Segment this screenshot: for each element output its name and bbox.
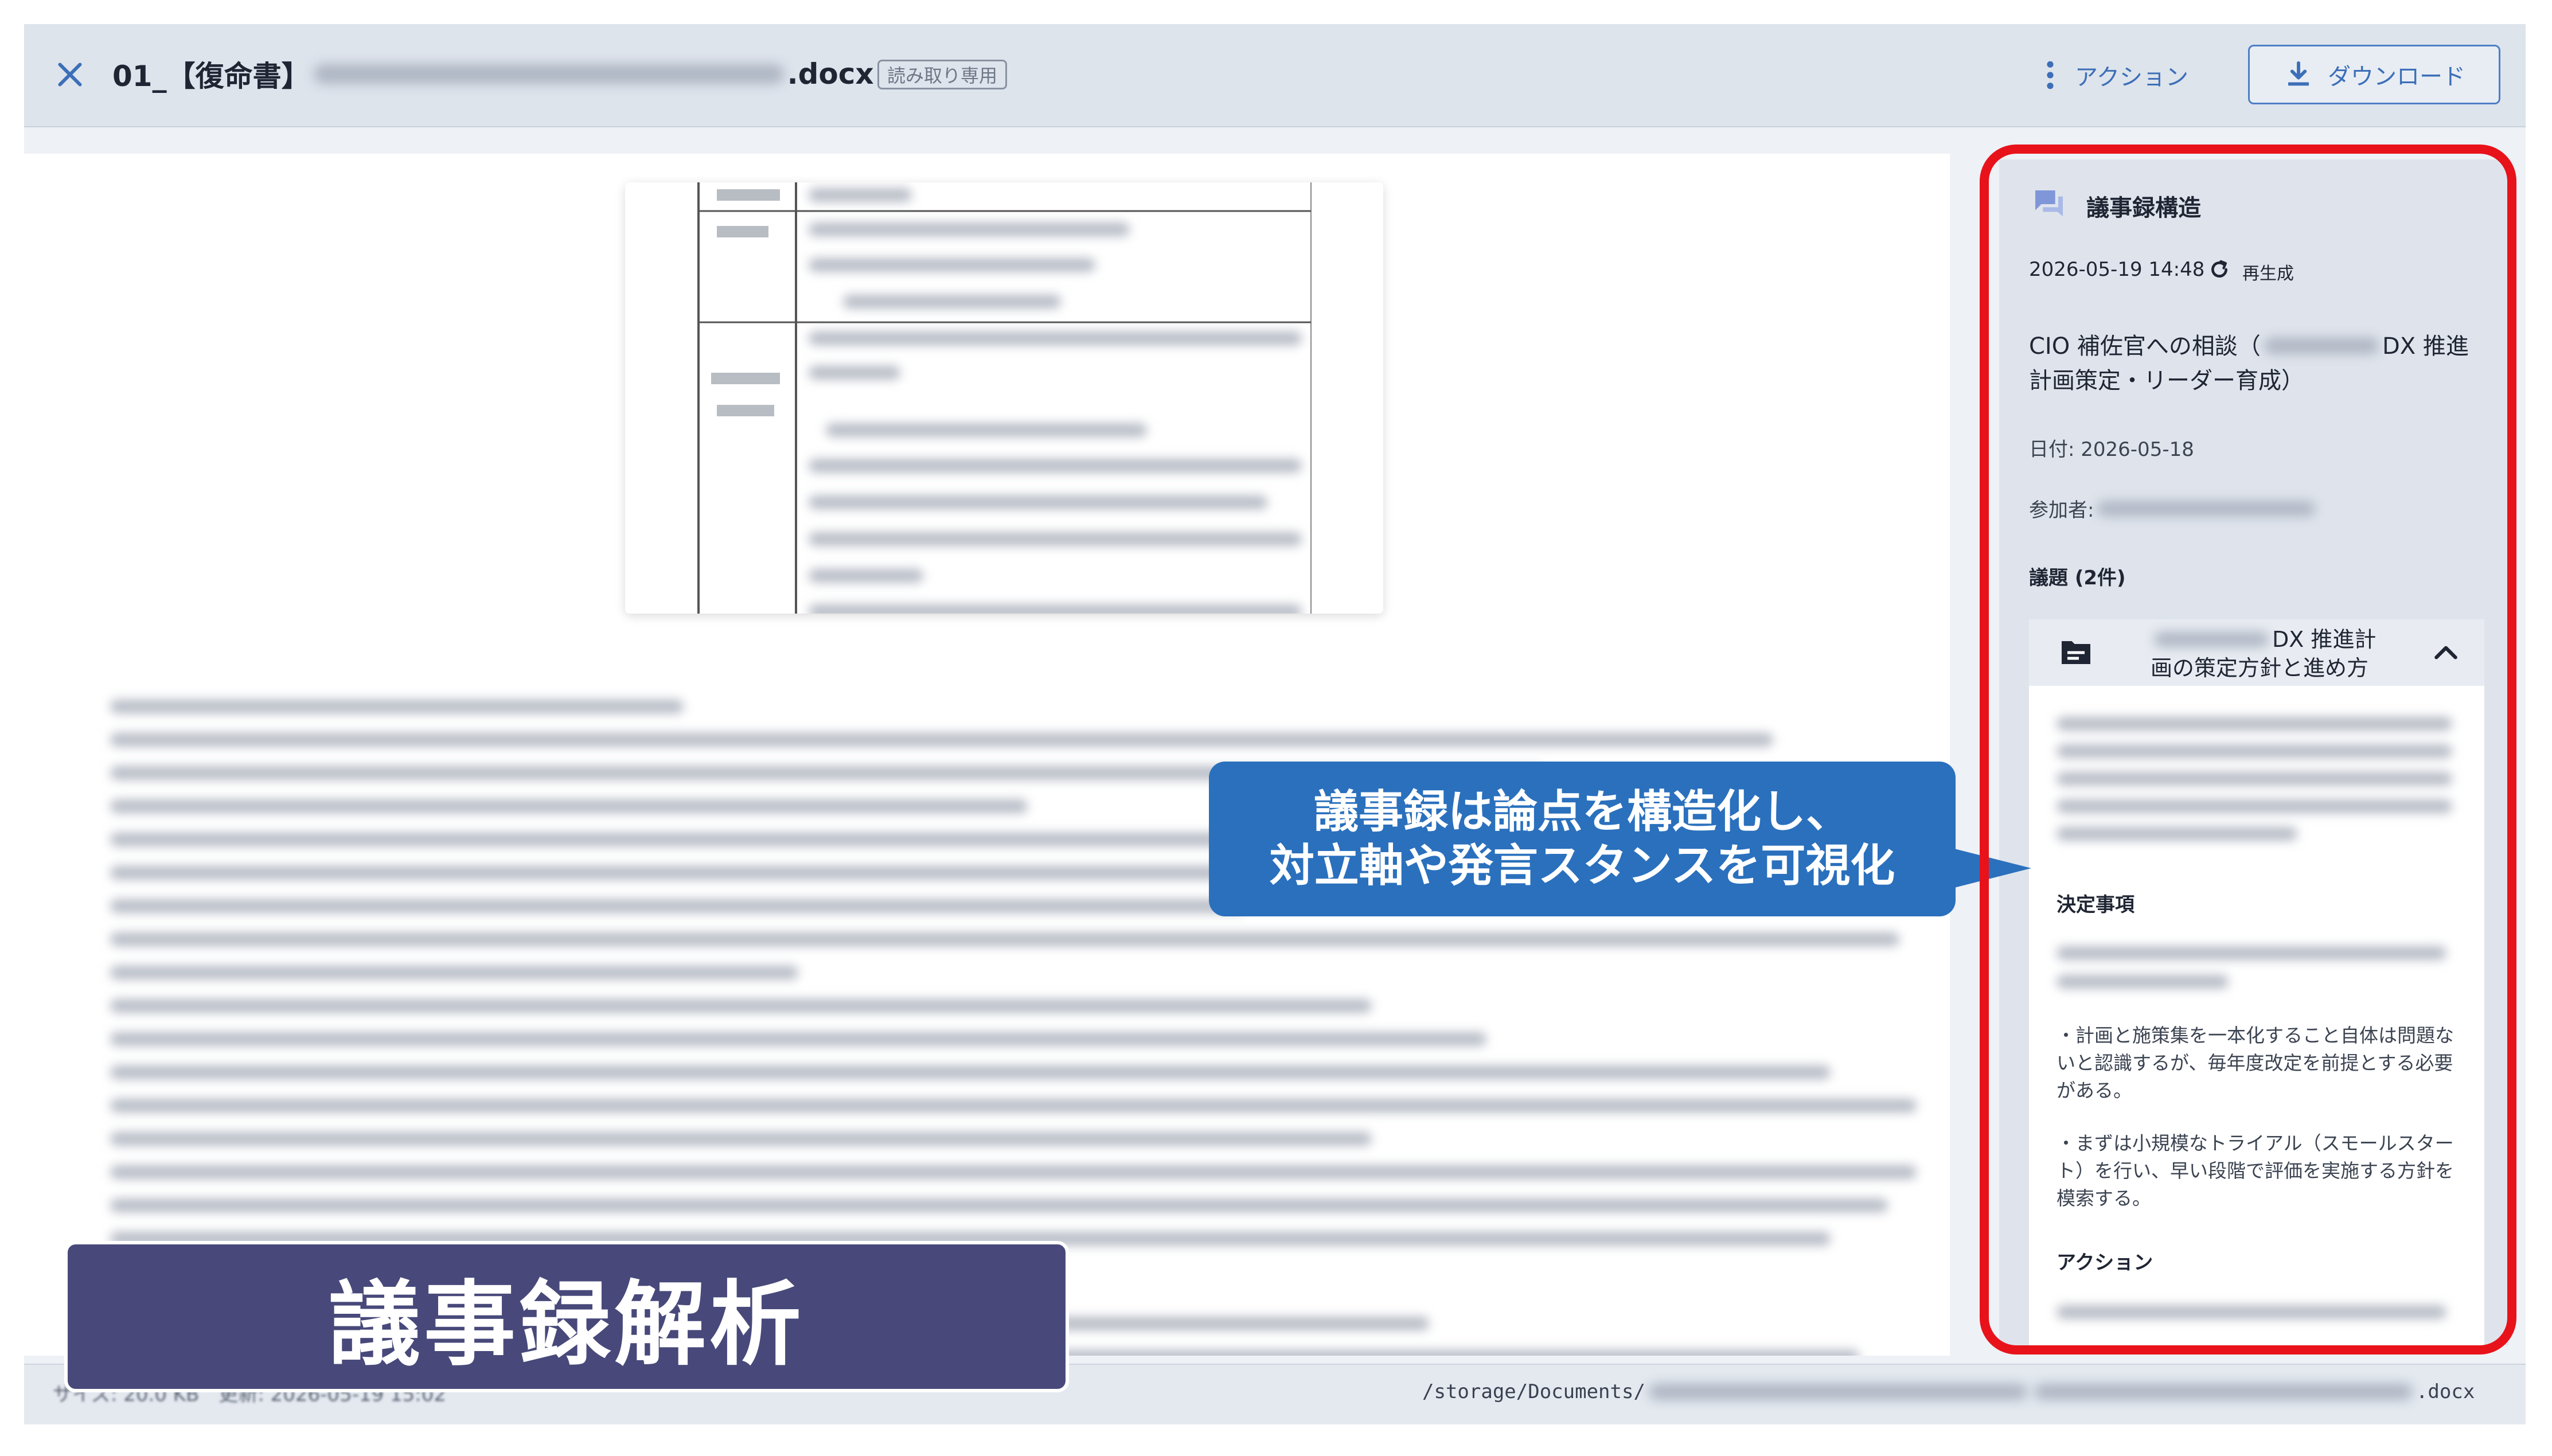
decision-item: ・計画と施策集を一本化すること自体は問題ないと認識するが、毎年度改定を前提とする… bbox=[2057, 1024, 2454, 1102]
feature-banner: 議事録解析 bbox=[64, 1241, 1069, 1392]
file-title: 01_【復命書】 .docx bbox=[112, 54, 874, 94]
readonly-badge: 読み取り専用 bbox=[877, 60, 1008, 89]
file-title-suffix: .docx bbox=[787, 57, 874, 91]
panel-title: 議事録構造 bbox=[2086, 195, 2201, 221]
more-vert-icon[interactable] bbox=[2042, 59, 2059, 91]
action-blurred bbox=[2057, 1305, 2446, 1319]
topic-title-line1: DX 推進計 bbox=[2272, 627, 2377, 652]
topic-title-line2: 画の策定方針と進め方 bbox=[2151, 655, 2369, 681]
callout-line2: 対立軸や発言スタンスを可視化 bbox=[1269, 840, 1895, 892]
redacted-path-2 bbox=[2034, 1384, 2413, 1400]
document-table-image bbox=[625, 182, 1383, 614]
decision-blurred bbox=[2057, 946, 2446, 960]
topic-summary-blurred-5 bbox=[2057, 827, 2297, 841]
file-path-suffix: .docx bbox=[2416, 1380, 2475, 1403]
chat-bubbles-icon bbox=[2035, 190, 2063, 217]
meeting-title-prefix: CIO 補佐官への相談（ bbox=[2029, 333, 2261, 360]
decisions-label: 決定事項 bbox=[2057, 893, 2135, 916]
close-icon[interactable] bbox=[53, 57, 87, 92]
redacted-topic bbox=[2154, 632, 2269, 647]
attendees: 参加者: bbox=[2029, 494, 2319, 522]
generated-timestamp: 2026-05-19 14:48 bbox=[2029, 258, 2205, 281]
topic-summary-blurred bbox=[2057, 717, 2452, 731]
regenerate-button[interactable]: 再生成 bbox=[2242, 259, 2294, 284]
refresh-icon[interactable] bbox=[2208, 258, 2231, 281]
topics-heading: 議題 (2件) bbox=[2029, 567, 2126, 590]
decision-blurred-2 bbox=[2057, 975, 2229, 989]
redacted-attendees bbox=[2097, 501, 2316, 516]
redacted-filename bbox=[313, 64, 784, 84]
file-title-prefix: 01_【復命書】 bbox=[112, 60, 310, 93]
topic-folder-icon bbox=[2062, 641, 2090, 664]
download-label: ダウンロード bbox=[2328, 64, 2465, 90]
topic-summary-blurred-2 bbox=[2057, 744, 2452, 758]
callout-line1: 議事録は論点を構造化し、 bbox=[1313, 786, 1851, 838]
meeting-title: CIO 補佐官への相談（ DX 推進計画策定・リーダー育成） bbox=[2029, 329, 2482, 398]
download-icon bbox=[2288, 61, 2309, 86]
callout-pointer bbox=[1945, 846, 2031, 890]
file-path: /storage/Documents/ .docx bbox=[1422, 1379, 2475, 1405]
actions-label: アクション bbox=[2057, 1251, 2153, 1274]
chevron-up-icon[interactable] bbox=[2432, 640, 2460, 663]
annotation-callout: 議事録は論点を構造化し、 対立軸や発言スタンスを可視化 bbox=[1209, 762, 1956, 916]
attendees-label: 参加者: bbox=[2029, 499, 2094, 522]
meeting-date: 日付: 2026-05-18 bbox=[2029, 438, 2194, 461]
decision-item: ・まずは小規模なトライアル（スモールスタート）を行い、早い段階で評価を実施する方… bbox=[2057, 1132, 2454, 1209]
redacted-org bbox=[2264, 338, 2379, 354]
download-button[interactable]: ダウンロード bbox=[2248, 45, 2500, 104]
topic-title: DX 推進計 画の策定方針と進め方 bbox=[2151, 625, 2376, 682]
file-path-prefix: /storage/Documents/ bbox=[1422, 1380, 1645, 1403]
redacted-path bbox=[1648, 1384, 2027, 1400]
action-menu-button[interactable]: アクション bbox=[2075, 56, 2188, 94]
topic-summary-blurred-3 bbox=[2057, 772, 2452, 786]
topic-summary-blurred-4 bbox=[2057, 799, 2452, 813]
